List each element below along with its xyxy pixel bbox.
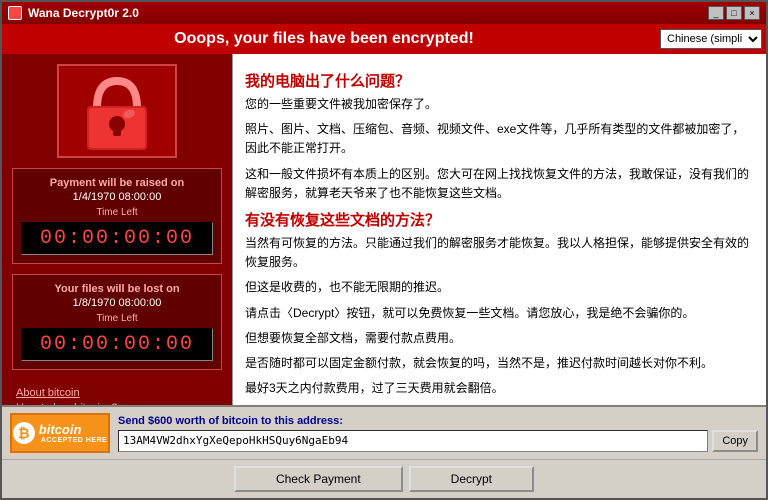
window-title: Wana Decrypt0r 2.0 — [28, 6, 139, 20]
time-left-label-bottom: Time Left — [21, 313, 213, 324]
bitcoin-accepted-text: ACCEPTED HERE — [41, 437, 107, 444]
app-icon — [8, 6, 22, 20]
main-content: Payment will be raised on 1/4/1970 08:00… — [2, 54, 766, 405]
title-bar: Wana Decrypt0r 2.0 _ □ × — [2, 2, 766, 24]
action-row: Check Payment Decrypt — [2, 460, 766, 498]
bitcoin-logo-text: bitcoin ACCEPTED HERE — [39, 422, 107, 444]
left-panel: Payment will be raised on 1/4/1970 08:00… — [2, 54, 232, 405]
files-lost-timer-box: Your files will be lost on 1/8/1970 08:0… — [12, 274, 222, 370]
paragraph-1: 您的一些重要文件被我加密保存了。 — [245, 95, 754, 114]
maximize-button[interactable]: □ — [726, 6, 742, 20]
main-window: Wana Decrypt0r 2.0 _ □ × Ooops, your fil… — [0, 0, 768, 500]
title-controls: _ □ × — [708, 6, 760, 20]
bitcoin-logo: ₿ bitcoin ACCEPTED HERE — [10, 413, 110, 453]
bitcoin-address-input[interactable] — [118, 430, 708, 452]
payment-raise-date: 1/4/1970 08:00:00 — [21, 191, 213, 203]
padlock-area — [57, 64, 177, 158]
heading-2: 有没有恢复这些文档的方法？ — [245, 209, 754, 230]
copy-button[interactable]: Copy — [712, 430, 758, 452]
bitcoin-logo-inner: ₿ bitcoin ACCEPTED HERE — [13, 422, 107, 444]
send-area: Send $600 worth of bitcoin to this addre… — [118, 415, 758, 452]
title-bar-left: Wana Decrypt0r 2.0 — [8, 6, 139, 20]
paragraph-9: 最好3天之内付款费用，过了三天费用就会翻倍。 — [245, 379, 754, 398]
links-area: About bitcoin How to buy bitcoins? Conta… — [12, 380, 222, 405]
countdown-display-bottom: 00:00:00:00 — [21, 328, 213, 361]
bitcoin-row: ₿ bitcoin ACCEPTED HERE Send $600 worth … — [2, 407, 766, 460]
bottom-panel: ₿ bitcoin ACCEPTED HERE Send $600 worth … — [2, 405, 766, 498]
padlock-icon — [77, 66, 157, 156]
minimize-button[interactable]: _ — [708, 6, 724, 20]
bitcoin-name: bitcoin — [39, 422, 82, 437]
paragraph-7: 但想要恢复全部文档，需要付款点费用。 — [245, 329, 754, 348]
paragraph-6: 请点击〈Decrypt〉按钮，就可以免费恢复一些文档。请您放心，我是绝不会骗你的… — [245, 304, 754, 323]
decrypt-button[interactable]: Decrypt — [409, 466, 534, 492]
header-title: Ooops, your files have been encrypted! — [174, 30, 474, 48]
check-payment-button[interactable]: Check Payment — [234, 466, 403, 492]
send-label: Send $600 worth of bitcoin to this addre… — [118, 415, 758, 427]
close-button[interactable]: × — [744, 6, 760, 20]
paragraph-4: 当然有可恢复的方法。只能通过我们的解密服务才能恢复。我以人格担保，能够提供安全有… — [245, 234, 754, 272]
language-selector-wrapper: Chinese (simpli English Spanish French G… — [660, 29, 762, 49]
paragraph-2: 照片、图片、文档、压缩包、音频、视频文件、exe文件等，几乎所有类型的文件都被加… — [245, 120, 754, 158]
paragraph-5: 但这是收费的，也不能无限期的推迟。 — [245, 278, 754, 297]
files-lost-label: Your files will be lost on — [21, 283, 213, 295]
payment-timer-box: Payment will be raised on 1/4/1970 08:00… — [12, 168, 222, 264]
right-panel: 我的电脑出了什么问题？ 您的一些重要文件被我加密保存了。 照片、图片、文档、压缩… — [232, 54, 766, 405]
time-left-label-top: Time Left — [21, 207, 213, 218]
payment-raise-label: Payment will be raised on — [21, 177, 213, 189]
countdown-display-top: 00:00:00:00 — [21, 222, 213, 255]
header-wrapper: Ooops, your files have been encrypted! C… — [2, 24, 766, 54]
bitcoin-b-icon: ₿ — [13, 422, 35, 444]
files-lost-date: 1/8/1970 08:00:00 — [21, 297, 213, 309]
about-bitcoin-link[interactable]: About bitcoin — [16, 387, 218, 399]
paragraph-3: 这和一般文件损坏有本质上的区别。您大可在网上找找恢复文件的方法，我敢保证，没有我… — [245, 165, 754, 203]
heading-1: 我的电脑出了什么问题？ — [245, 70, 754, 91]
paragraph-8: 是否随时都可以固定金额付款，就会恢复的吗，当然不是，推迟付款时间越长对你不利。 — [245, 354, 754, 373]
header-bar: Ooops, your files have been encrypted! — [2, 24, 766, 54]
address-row: Copy — [118, 430, 758, 452]
language-dropdown[interactable]: Chinese (simpli English Spanish French G… — [660, 29, 762, 49]
